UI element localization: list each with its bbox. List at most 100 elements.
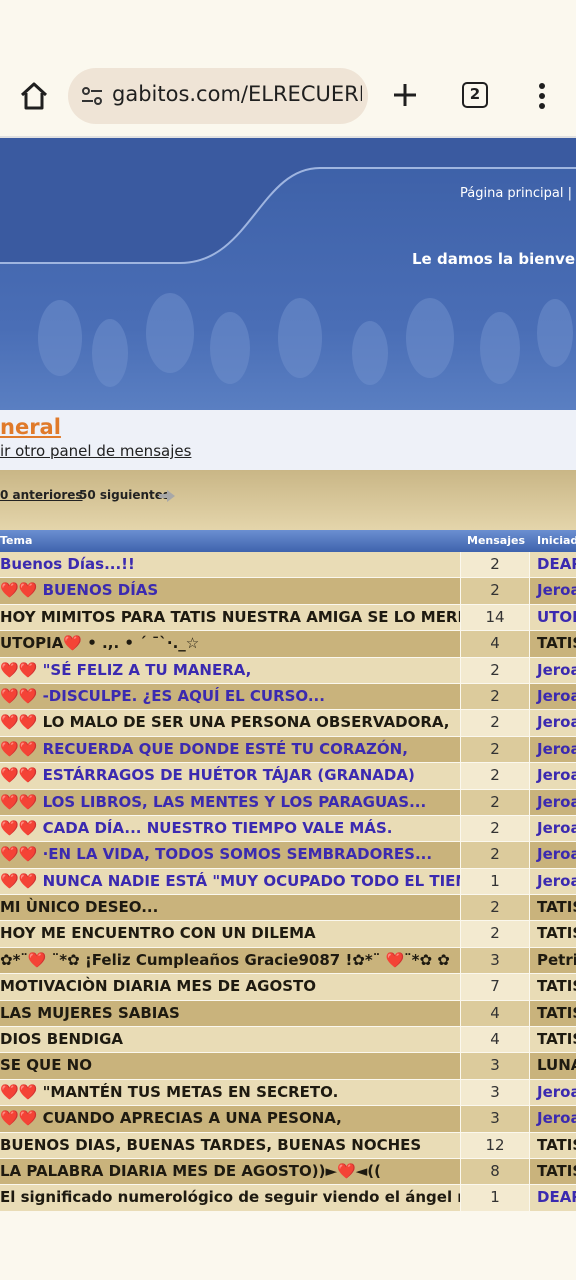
address-bar[interactable]: gabitos.com/ELRECUERDO [68, 68, 368, 124]
topic-title-link[interactable]: ❤️❤️ "SÉ FELIZ A TU MANERA, [0, 657, 460, 683]
table-row: DIOS BENDIGA4TATIS [0, 1027, 576, 1054]
topic-title-link[interactable]: ❤️❤️ LO MALO DE SER UNA PERSONA OBSERVAD… [0, 710, 460, 736]
author-link[interactable]: LUNA [530, 1053, 576, 1079]
header-decoration [0, 138, 576, 387]
topic-title-link[interactable]: El significado numerológico de seguir vi… [0, 1185, 460, 1211]
topic-title-link[interactable]: ❤️❤️ ·EN LA VIDA, TODOS SOMOS SEMBRADORE… [0, 842, 460, 868]
message-count: 2 [461, 763, 529, 789]
author-link[interactable]: TATIS [530, 895, 576, 921]
url-text[interactable]: gabitos.com/ELRECUERDO [112, 82, 362, 106]
home-nav-link[interactable]: Página principal | [460, 186, 572, 201]
column-header-messages[interactable]: Mensajes [467, 534, 525, 547]
message-count: 2 [461, 683, 529, 710]
author-link[interactable]: TATIS [530, 1027, 576, 1053]
author-link[interactable]: Jeroa [530, 763, 576, 789]
topic-title-link[interactable]: MOTIVACIÒN DIARIA MES DE AGOSTO [0, 974, 460, 1000]
topic-title-link[interactable]: ❤️❤️ RECUERDA QUE DONDE ESTÉ TU CORAZÓN, [0, 736, 460, 763]
plus-icon[interactable] [392, 82, 418, 108]
message-count: 3 [461, 1079, 529, 1106]
message-count: 3 [461, 1053, 529, 1079]
more-vert-icon[interactable] [536, 82, 548, 110]
author-link[interactable]: TATIS [530, 1158, 576, 1185]
topic-title-link[interactable]: HOY ME ENCUENTRO CON UN DILEMA [0, 921, 460, 947]
previous-page-link[interactable]: 0 anteriores [0, 488, 83, 502]
message-count: 3 [461, 1106, 529, 1132]
message-count: 2 [461, 895, 529, 921]
site-settings-icon[interactable] [80, 84, 104, 108]
table-row: ❤️❤️ RECUERDA QUE DONDE ESTÉ TU CORAZÓN,… [0, 736, 576, 764]
table-row: LA PALABRA DIARIA MES DE AGOSTO))►❤️◄((8… [0, 1158, 576, 1186]
forum-title-link[interactable]: neral [0, 415, 61, 439]
table-row: UTOPIA❤️ • .,. • ´ ¯`·._☆4TATIS [0, 631, 576, 658]
topic-title-link[interactable]: HOY MIMITOS PARA TATIS NUESTRA AMIGA SE … [0, 604, 460, 631]
topic-title-link[interactable]: UTOPIA❤️ • .,. • ´ ¯`·._☆ [0, 631, 460, 657]
topic-title-link[interactable]: ❤️❤️ BUENOS DÍAS [0, 578, 460, 604]
topic-title-link[interactable]: DIOS BENDIGA [0, 1027, 460, 1053]
page-bottom-area [0, 1213, 576, 1280]
table-row: BUENOS DIAS, BUENAS TARDES, BUENAS NOCHE… [0, 1132, 576, 1159]
author-link[interactable]: Jeroa [530, 842, 576, 868]
message-count: 1 [461, 1185, 529, 1211]
author-link[interactable]: UTOP [530, 604, 576, 631]
other-panel-link[interactable]: ir otro panel de mensajes [0, 442, 191, 460]
column-header-topic[interactable]: Tema [0, 534, 32, 547]
topic-title-link[interactable]: ❤️❤️ "MANTÉN TUS METAS EN SECRETO. [0, 1079, 460, 1106]
topic-title-link[interactable]: ❤️❤️ CUANDO APRECIAS A UNA PESONA, [0, 1106, 460, 1132]
tabs-icon[interactable]: 2 [462, 82, 488, 108]
author-link[interactable]: Jeroa [530, 1106, 576, 1132]
table-row: LAS MUJERES SABIAS4TATIS [0, 1000, 576, 1028]
next-page-link[interactable]: 50 siguientes [79, 488, 170, 502]
author-link[interactable]: TATIS [530, 631, 576, 657]
author-link[interactable]: Jeroa [530, 868, 576, 895]
table-row: ❤️❤️ NUNCA NADIE ESTÁ "MUY OCUPADO TODO … [0, 868, 576, 896]
author-link[interactable]: DEAR [530, 552, 576, 578]
table-row: MOTIVACIÒN DIARIA MES DE AGOSTO7TATIS [0, 974, 576, 1001]
forum-title-bar: neral ir otro panel de mensajes [0, 410, 576, 470]
author-link[interactable]: Jeroa [530, 1079, 576, 1106]
table-row: ❤️❤️ ·EN LA VIDA, TODOS SOMOS SEMBRADORE… [0, 842, 576, 869]
topic-title-link[interactable]: ❤️❤️ CADA DÍA... NUESTRO TIEMPO VALE MÁS… [0, 815, 460, 842]
message-count: 14 [461, 604, 529, 631]
home-icon[interactable] [18, 80, 50, 112]
author-link[interactable]: TATIS [530, 1000, 576, 1027]
author-link[interactable]: Jeroa [530, 578, 576, 604]
author-link[interactable]: DEAR [530, 1185, 576, 1211]
topic-title-link[interactable]: ✿*¨❤️ ¨*✿ ¡Feliz Cumpleaños Gracie9087 !… [0, 947, 460, 974]
topic-title-link[interactable]: LAS MUJERES SABIAS [0, 1000, 460, 1027]
message-count: 3 [461, 947, 529, 974]
topic-title-link[interactable]: ❤️❤️ ESTÁRRAGOS DE HUÉTOR TÁJAR (GRANADA… [0, 763, 460, 789]
topic-title-link[interactable]: Buenos Días...!! [0, 552, 460, 578]
table-row: ❤️❤️ CUANDO APRECIAS A UNA PESONA, 3 Jeroa [0, 1106, 576, 1133]
author-link[interactable]: Jeroa [530, 736, 576, 763]
message-count: 2 [461, 736, 529, 763]
topic-title-link[interactable]: SE QUE NO [0, 1053, 460, 1079]
topic-title-link[interactable]: ❤️❤️ NUNCA NADIE ESTÁ "MUY OCUPADO TODO … [0, 868, 460, 895]
table-row: SE QUE NO3LUNA [0, 1053, 576, 1080]
table-row: HOY MIMITOS PARA TATIS NUESTRA AMIGA SE … [0, 604, 576, 632]
author-link[interactable]: Jeroa [530, 683, 576, 710]
author-link[interactable]: TATIS [530, 974, 576, 1000]
topic-title-link[interactable]: ❤️❤️ -DISCULPE. ¿ES AQUÍ EL CURSO... [0, 683, 460, 710]
author-link[interactable]: TATIS [530, 921, 576, 947]
topic-title-link[interactable]: BUENOS DIAS, BUENAS TARDES, BUENAS NOCHE… [0, 1132, 460, 1158]
topic-title-link[interactable]: ❤️❤️ LOS LIBROS, LAS MENTES Y LOS PARAGU… [0, 789, 460, 815]
message-count: 12 [461, 1132, 529, 1158]
author-link[interactable]: Petri [530, 947, 576, 974]
browser-toolbar: gabitos.com/ELRECUERDO 2 [0, 0, 576, 136]
table-row: MI ÙNICO DESEO...2TATIS [0, 895, 576, 922]
author-link[interactable]: Jeroa [530, 789, 576, 815]
table-row: Buenos Días...!!2DEAR [0, 552, 576, 579]
message-count: 2 [461, 710, 529, 736]
message-count: 2 [461, 657, 529, 683]
table-row: ❤️❤️ "MANTÉN TUS METAS EN SECRETO. 3 Jeroa [0, 1079, 576, 1107]
author-link[interactable]: Jeroa [530, 657, 576, 683]
column-header-started[interactable]: Iniciado [537, 534, 576, 547]
author-link[interactable]: Jeroa [530, 710, 576, 736]
author-link[interactable]: TATIS [530, 1132, 576, 1158]
message-count: 2 [461, 921, 529, 947]
topic-title-link[interactable]: MI ÙNICO DESEO... [0, 895, 460, 921]
author-link[interactable]: Jeroa [530, 815, 576, 842]
topic-title-link[interactable]: LA PALABRA DIARIA MES DE AGOSTO))►❤️◄(( [0, 1158, 460, 1185]
table-row: ✿*¨❤️ ¨*✿ ¡Feliz Cumpleaños Gracie9087 !… [0, 947, 576, 975]
arrow-right-icon[interactable] [158, 489, 176, 503]
